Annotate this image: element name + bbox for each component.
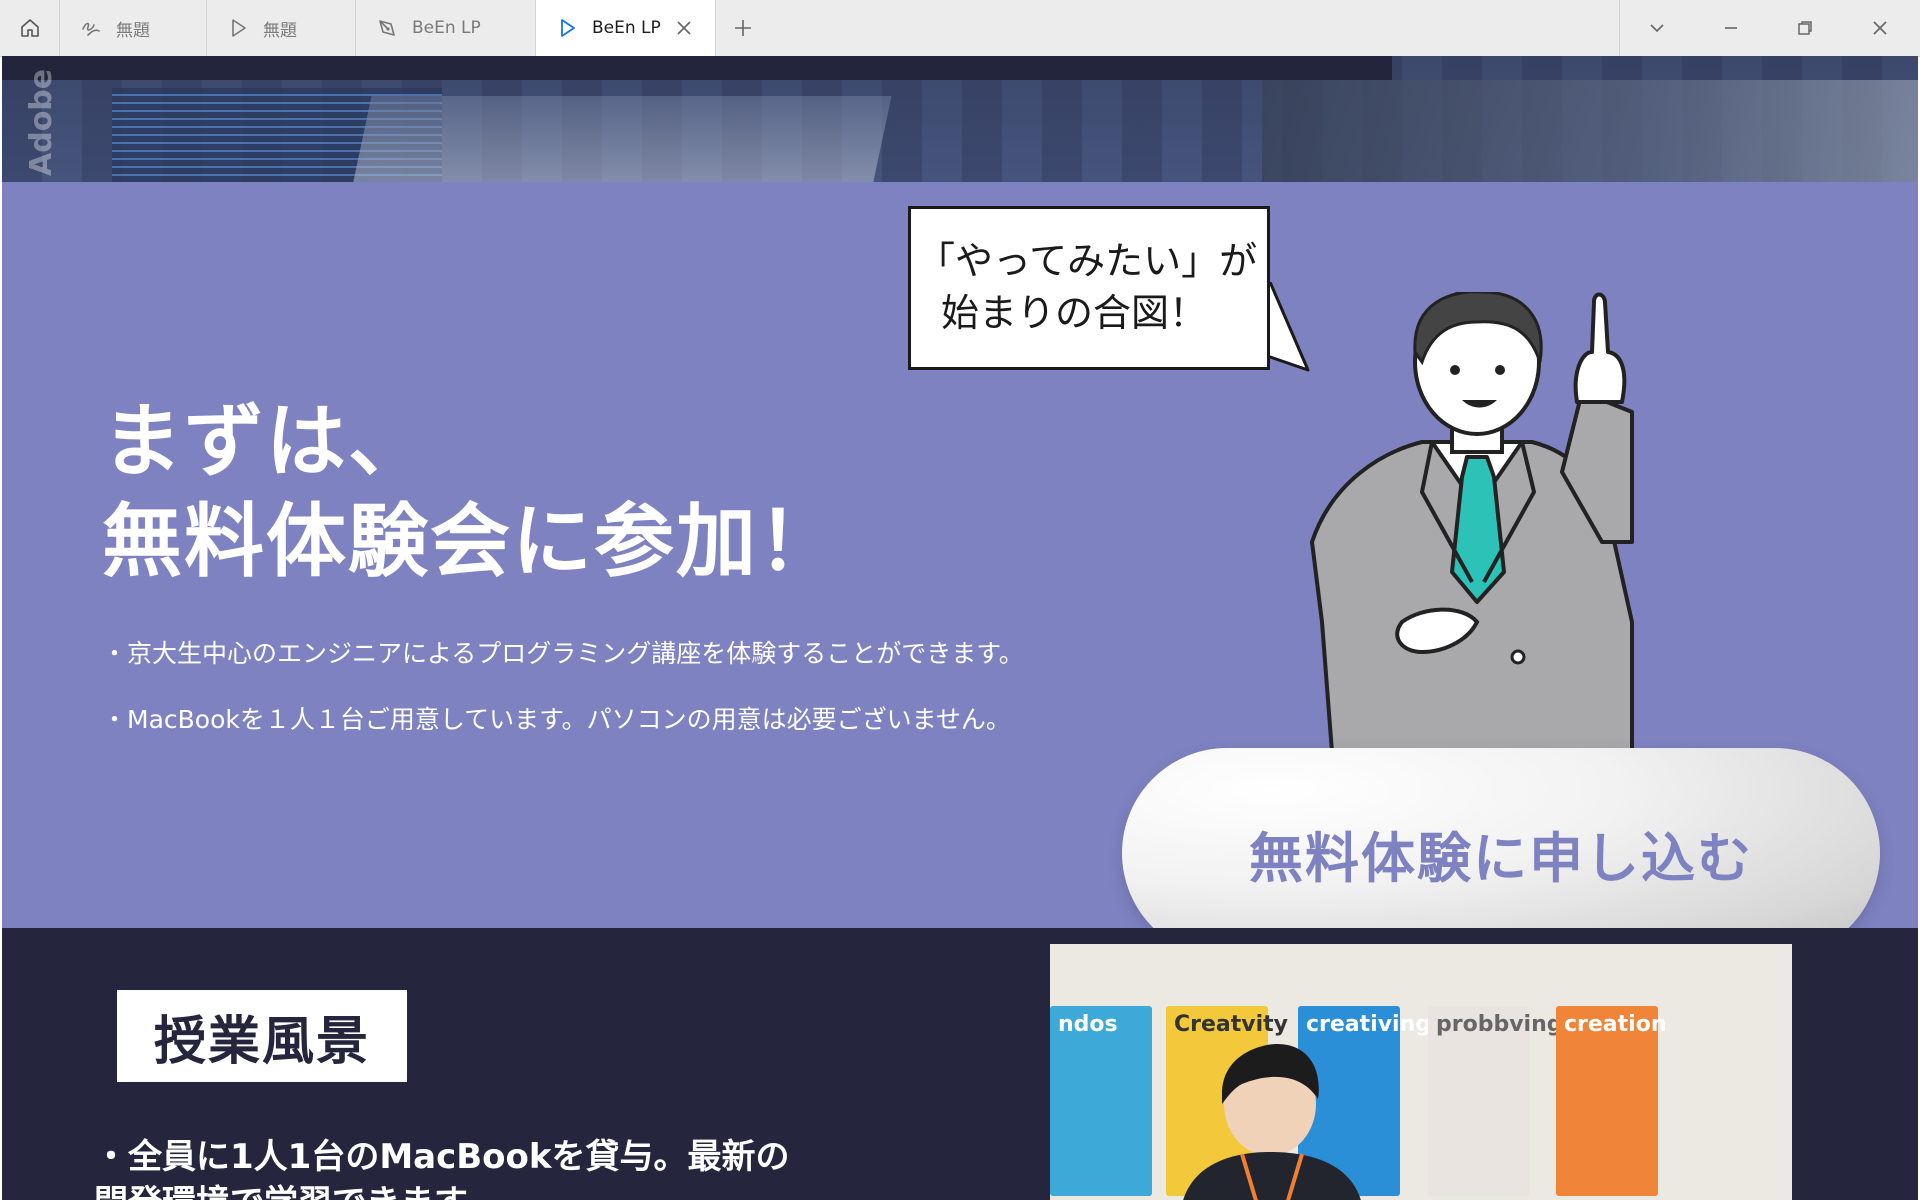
tab-been-lp-editor[interactable]: BeEn LP — [356, 0, 536, 56]
tab-untitled-1[interactable]: 無題 — [60, 0, 207, 56]
businessman-illustration — [1310, 292, 1634, 754]
home-button[interactable] — [0, 0, 60, 56]
new-tab-button[interactable] — [722, 14, 764, 42]
free-trial-button[interactable]: 無料体験に申し込む — [1122, 748, 1880, 958]
header-bar — [2, 56, 1392, 80]
poster: ndos — [1050, 1006, 1152, 1196]
minimize-button[interactable] — [1694, 0, 1768, 56]
headline-line-1: まずは、 — [102, 395, 430, 488]
close-tab-icon[interactable] — [673, 17, 695, 39]
scribble-icon — [80, 17, 102, 39]
play-icon — [227, 17, 249, 39]
tab-been-lp-preview[interactable]: BeEn LP — [536, 0, 716, 56]
restore-icon — [1798, 21, 1812, 35]
home-icon — [20, 19, 39, 37]
section-title: 授業風景 — [117, 990, 407, 1082]
tab-label: BeEn LP — [412, 18, 481, 38]
tab-untitled-2[interactable]: 無題 — [207, 0, 356, 56]
pen-icon — [376, 17, 398, 39]
classroom-photo: ndos Creatvity creativing probbving crea… — [1050, 944, 1792, 1200]
tab-label: 無題 — [116, 20, 150, 41]
tab-list-button[interactable] — [1620, 0, 1694, 56]
watermark: Adobe — [24, 68, 59, 176]
chevron-down-icon — [1650, 24, 1664, 33]
tab-label: 無題 — [263, 20, 297, 41]
poster: creation — [1556, 1006, 1667, 1196]
tab-bar: 無題 無題 BeEn LP BeEn LP — [0, 0, 1920, 57]
close-window-button[interactable] — [1843, 0, 1917, 56]
play-icon — [556, 17, 578, 39]
poster: probbving — [1428, 1006, 1563, 1196]
tab-label: BeEn LP — [592, 18, 661, 38]
cta-bullets: ・京大生中心のエンジニアによるプログラミング講座を体験することができます。 ・M… — [102, 634, 1024, 766]
cta-headline: まずは、 無料体験会に参加！ — [102, 392, 840, 592]
close-icon — [1873, 21, 1887, 35]
page-viewport[interactable]: Adobe まずは、 無料体験会に参加！ ・京大生中心のエンジニアによるプログラ… — [2, 56, 1918, 1200]
headline-line-2: 無料体験会に参加！ — [102, 495, 840, 588]
student-figure — [1183, 1044, 1361, 1200]
class-scene-section: 授業風景 ・全員に1人1台のMacBookを貸与。最新の開発環境で学習できます … — [2, 928, 1918, 1200]
minimize-icon — [1725, 27, 1737, 29]
bullet-item: ・京大生中心のエンジニアによるプログラミング講座を体験することができます。 — [102, 639, 1024, 668]
hero-photo: Adobe — [2, 56, 1918, 186]
restore-button[interactable] — [1768, 0, 1842, 56]
background-image — [1262, 80, 1918, 182]
plus-icon — [735, 20, 751, 36]
cta-section: まずは、 無料体験会に参加！ ・京大生中心のエンジニアによるプログラミング講座を… — [2, 182, 1918, 958]
laptop-image — [352, 96, 892, 186]
speech-bubble: 「やってみたい」が 始まりの合図！ — [908, 206, 1270, 370]
class-description: ・全員に1人1台のMacBookを貸与。最新の開発環境で学習できます — [94, 1137, 790, 1200]
speech-line-1: 「やってみたい」が — [917, 239, 1258, 283]
speech-line-2: 始まりの合図！ — [941, 291, 1208, 335]
bullet-item: ・MacBookを１人１台ご用意しています。パソコンの用意は必要ございません。 — [102, 705, 1011, 734]
